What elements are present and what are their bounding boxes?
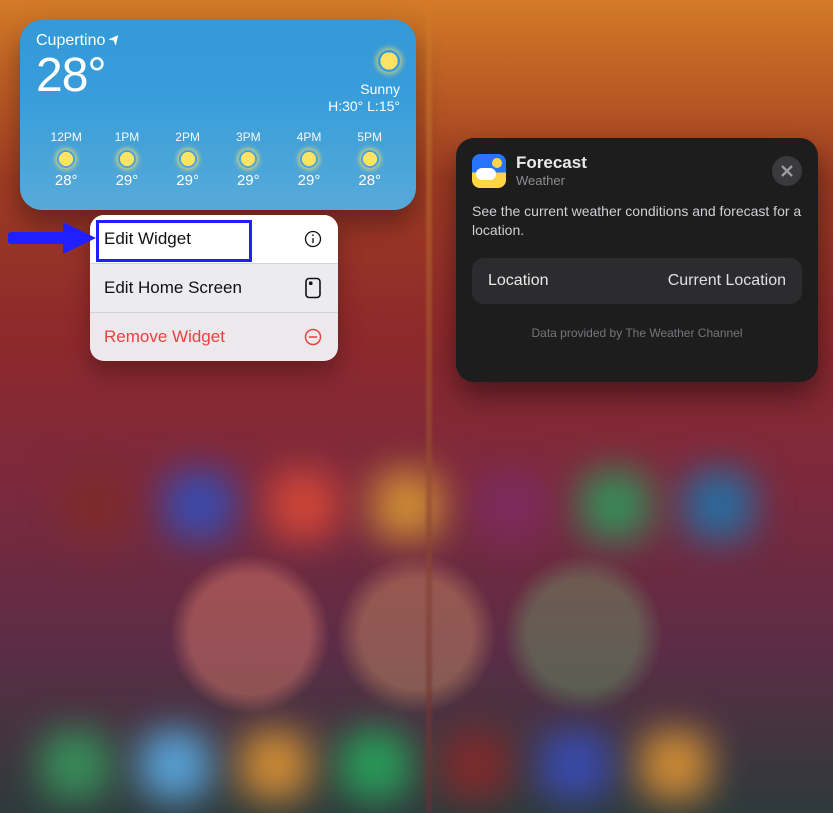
sun-icon — [57, 150, 75, 168]
hour-col: 12PM 28° — [36, 130, 96, 189]
hour-temp: 29° — [157, 172, 217, 189]
edit-widget-label: Edit Widget — [104, 229, 191, 249]
forecast-title: Forecast — [516, 154, 587, 173]
sun-icon — [361, 150, 379, 168]
sun-icon — [300, 150, 318, 168]
remove-widget-label: Remove Widget — [104, 327, 225, 347]
forecast-description: See the current weather conditions and f… — [472, 202, 802, 240]
sun-icon — [378, 50, 400, 72]
hour-time: 12PM — [36, 130, 96, 144]
location-arrow-icon — [109, 32, 121, 50]
current-temperature: 28° — [36, 52, 121, 100]
hour-time: 1PM — [97, 130, 157, 144]
blurred-dock-row — [40, 730, 710, 800]
edit-home-label: Edit Home Screen — [104, 278, 242, 298]
close-icon — [780, 164, 794, 178]
weather-header-row: Cupertino 28° Sunny H:30° L:15° — [36, 32, 400, 116]
forecast-header: Forecast Weather — [472, 154, 802, 188]
hour-col: 5PM 28° — [340, 130, 400, 189]
location-row[interactable]: Location Current Location — [472, 258, 802, 304]
forecast-subtitle: Weather — [516, 173, 587, 188]
hour-time: 3PM — [218, 130, 278, 144]
sun-icon — [239, 150, 257, 168]
widget-context-menu: Edit Widget Edit Home Screen Remove Widg… — [90, 215, 338, 361]
hourly-forecast-row: 12PM 28° 1PM 29° 2PM 29° 3PM 29° 4PM 29° 5PM 2… — [36, 130, 400, 189]
location-value: Current Location — [668, 272, 786, 290]
condition-text: Sunny — [360, 81, 400, 97]
location-text: Cupertino — [36, 32, 105, 50]
hour-temp: 28° — [36, 172, 96, 189]
minus-circle-icon — [302, 326, 324, 348]
forecast-title-block: Forecast Weather — [516, 154, 587, 188]
hilo-text: H:30° L:15° — [328, 98, 400, 114]
hour-col: 3PM 29° — [218, 130, 278, 189]
weather-app-icon — [472, 154, 506, 188]
hour-col: 4PM 29° — [279, 130, 339, 189]
remove-widget-item[interactable]: Remove Widget — [90, 312, 338, 361]
weather-widget[interactable]: Cupertino 28° Sunny H:30° L:15° 12PM 28° … — [20, 20, 416, 210]
info-icon — [302, 228, 324, 250]
forecast-settings-sheet: Forecast Weather See the current weather… — [456, 138, 818, 382]
hour-col: 1PM 29° — [97, 130, 157, 189]
weather-right-block: Sunny H:30° L:15° — [328, 50, 400, 116]
hour-col: 2PM 29° — [157, 130, 217, 189]
screenshot-canvas: Cupertino 28° Sunny H:30° L:15° 12PM 28° … — [0, 0, 833, 813]
weather-left-block: Cupertino 28° — [36, 32, 121, 100]
hour-time: 4PM — [279, 130, 339, 144]
hour-temp: 29° — [218, 172, 278, 189]
weather-location: Cupertino — [36, 32, 121, 50]
sun-icon — [179, 150, 197, 168]
annotation-arrow-icon — [8, 218, 98, 258]
hour-temp: 28° — [340, 172, 400, 189]
blurred-icons-row — [60, 470, 754, 540]
hour-time: 5PM — [340, 130, 400, 144]
data-attribution: Data provided by The Weather Channel — [472, 326, 802, 340]
location-label: Location — [488, 272, 549, 290]
hour-temp: 29° — [279, 172, 339, 189]
edit-home-screen-item[interactable]: Edit Home Screen — [90, 263, 338, 312]
edit-widget-item[interactable]: Edit Widget — [90, 215, 338, 263]
close-button[interactable] — [772, 156, 802, 186]
hour-time: 2PM — [157, 130, 217, 144]
sun-icon — [118, 150, 136, 168]
phone-rect-icon — [302, 277, 324, 299]
hour-temp: 29° — [97, 172, 157, 189]
